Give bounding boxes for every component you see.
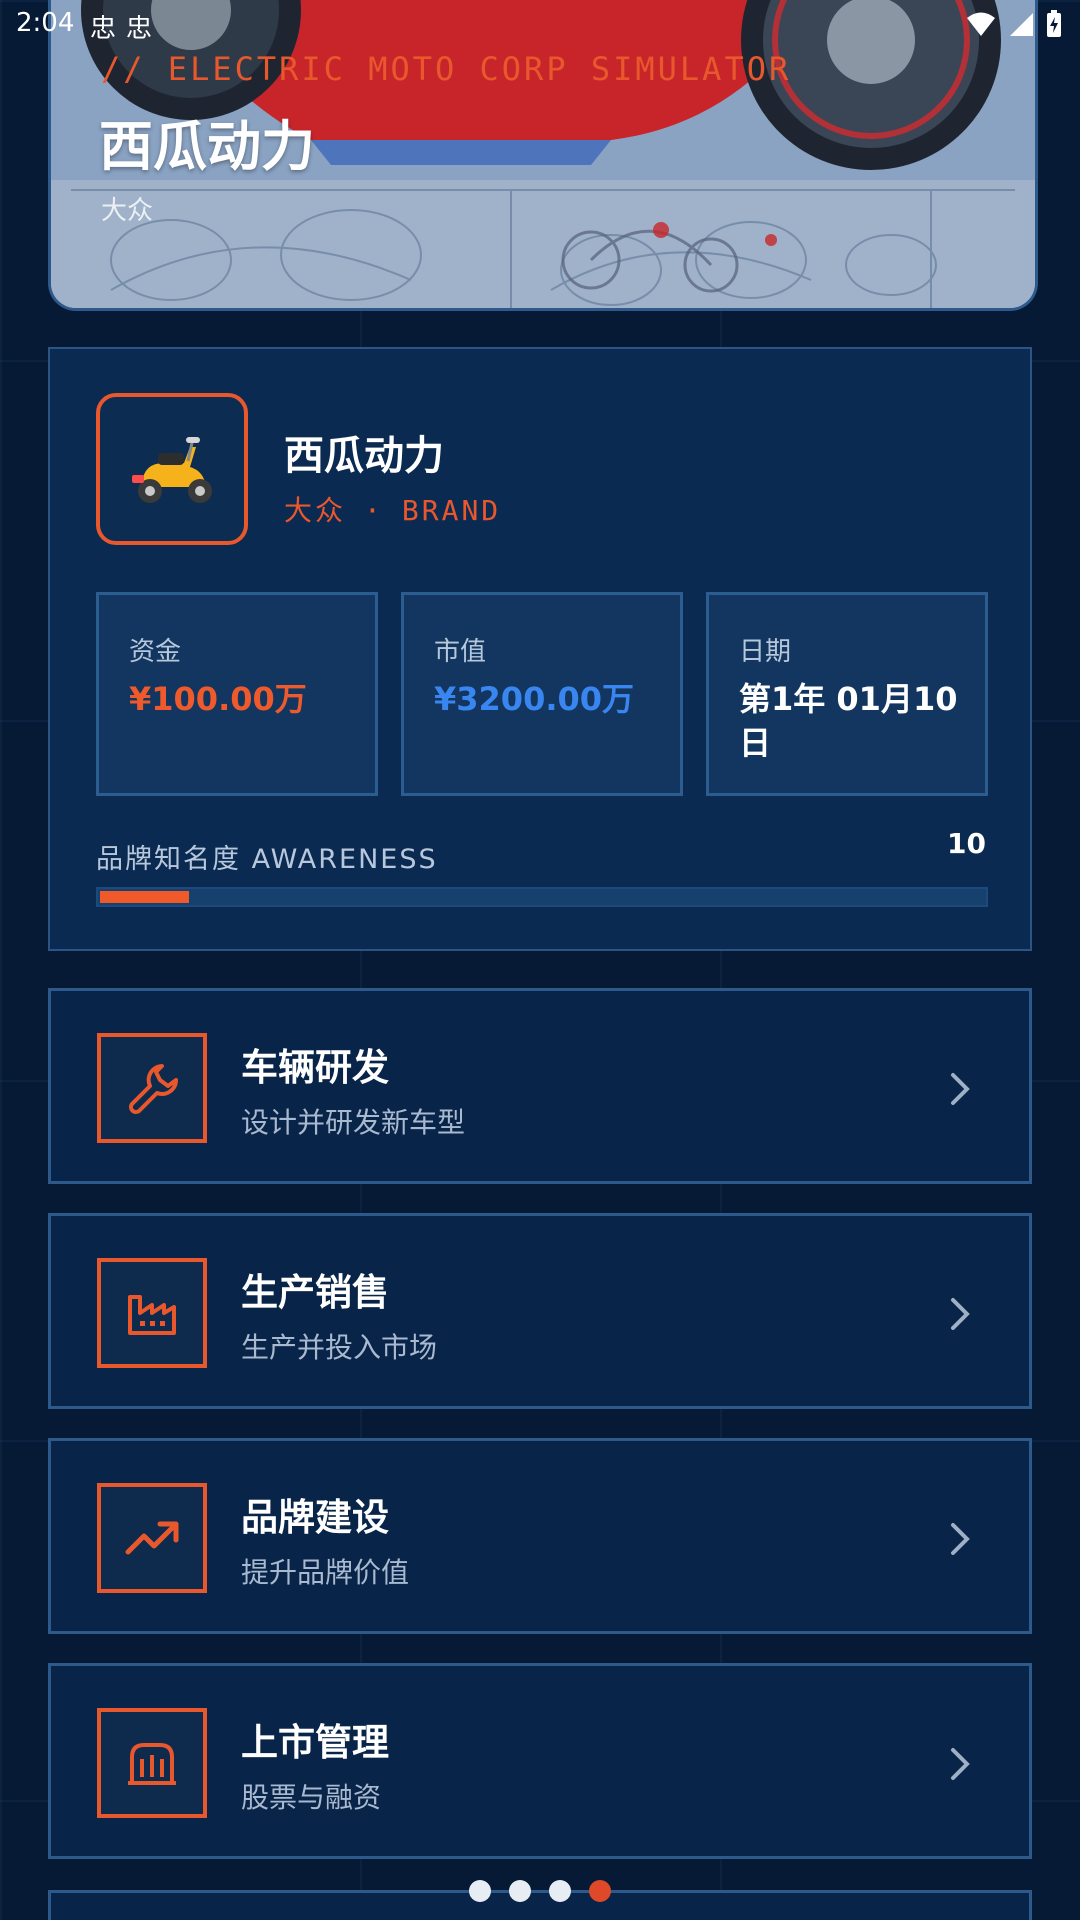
main-screen: 2:04 忠 忠 // ELECTRIC MOTO CORP SIMULATOR… (0, 0, 1080, 1920)
page-dot[interactable] (549, 1880, 571, 1902)
date-value: 第1年 01月10日 (739, 680, 958, 762)
battery-icon (1047, 10, 1061, 37)
status-time: 2:04 (16, 8, 75, 38)
menu-icon-box (97, 1708, 207, 1818)
awareness-progress-fill (100, 891, 189, 903)
type-label: BRAND (401, 494, 502, 527)
market-value-label: 市值 (434, 637, 487, 667)
chevron-right-icon (951, 1748, 970, 1780)
segment-label: 大众 (284, 494, 347, 527)
awareness-value: 10 (947, 827, 986, 860)
hero-subtitle: 大众 (101, 196, 154, 226)
menu-title: 上市管理 (241, 1721, 389, 1764)
signal-icon (1010, 13, 1033, 36)
notification-icon: 忠 (126, 14, 153, 44)
status-bar: 2:04 忠 忠 (0, 0, 1080, 50)
system-icons (966, 10, 1062, 38)
page-dot-active[interactable] (589, 1880, 611, 1902)
page-indicator (0, 1880, 1080, 1902)
menu-item-brand-building[interactable]: 品牌建设 提升品牌价值 (48, 1438, 1032, 1634)
page-dot[interactable] (509, 1880, 531, 1902)
menu-item-vehicle-rd[interactable]: 车辆研发 设计并研发新车型 (48, 988, 1032, 1184)
stock-exchange-icon (128, 1743, 176, 1785)
date-label: 日期 (739, 637, 792, 667)
page-dot[interactable] (469, 1880, 491, 1902)
market-value-value: ¥3200.00万 (434, 680, 635, 718)
funds-label: 资金 (129, 637, 182, 667)
separator-dot: · (364, 494, 384, 527)
funds-value: ¥100.00万 (129, 680, 307, 718)
menu-item-production-sales[interactable]: 生产销售 生产并投入市场 (48, 1213, 1032, 1409)
funds-stat: 资金 ¥100.00万 (96, 592, 378, 796)
menu-description: 提升品牌价值 (241, 1556, 410, 1589)
factory-icon (128, 1295, 176, 1335)
menu-item-ipo-management[interactable]: 上市管理 股票与融资 (48, 1663, 1032, 1859)
company-name: 西瓜动力 (284, 433, 444, 479)
menu-icon-box (97, 1033, 207, 1143)
scooter-icon (132, 437, 212, 503)
menu-title: 生产销售 (241, 1271, 389, 1314)
awareness-progress-bar (96, 887, 988, 907)
wifi-icon (967, 12, 995, 36)
menu-description: 生产并投入市场 (241, 1331, 438, 1364)
company-segment: 大众 · BRAND (284, 489, 501, 529)
wrench-icon (129, 1064, 178, 1114)
hero-title: 西瓜动力 (99, 115, 315, 178)
trending-up-icon (125, 1521, 179, 1555)
chevron-right-icon (951, 1523, 970, 1555)
chevron-right-icon (951, 1073, 970, 1105)
awareness-label: 品牌知名度 AWARENESS (96, 844, 438, 875)
menu-title: 车辆研发 (241, 1046, 389, 1089)
menu-icon-box (97, 1258, 207, 1368)
menu-title: 品牌建设 (241, 1496, 389, 1539)
chevron-right-icon (951, 1298, 970, 1330)
market-value-stat: 市值 ¥3200.00万 (401, 592, 683, 796)
date-stat: 日期 第1年 01月10日 (706, 592, 988, 796)
menu-icon-box (97, 1483, 207, 1593)
notification-icon: 忠 (90, 14, 117, 44)
company-logo (96, 393, 248, 545)
menu-description: 设计并研发新车型 (241, 1106, 466, 1139)
company-overview-card: 西瓜动力 大众 · BRAND 资金 ¥100.00万 市值 ¥3200.00万 日… (48, 347, 1032, 951)
menu-description: 股票与融资 (241, 1781, 382, 1814)
hero-tagline: // ELECTRIC MOTO CORP SIMULATOR (101, 50, 792, 88)
